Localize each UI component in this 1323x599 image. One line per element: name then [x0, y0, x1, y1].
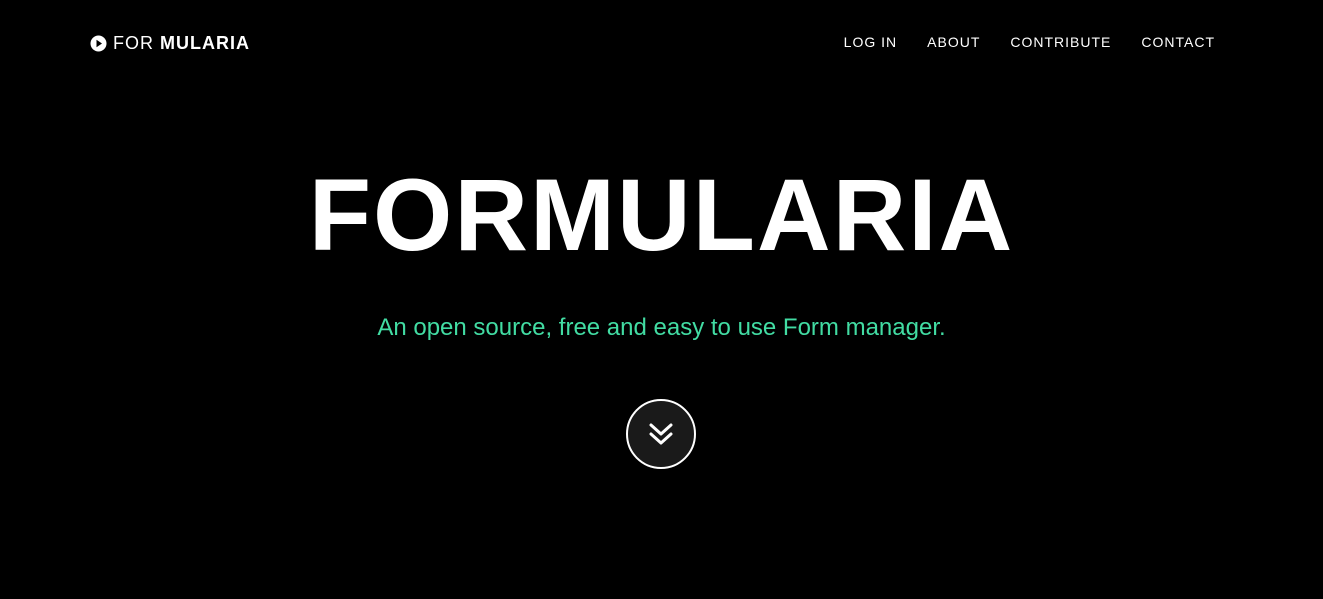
nav-link-about[interactable]: ABOUT	[927, 34, 980, 50]
scroll-down-button[interactable]	[626, 399, 696, 469]
navbar: FOR MULARIA LOG IN ABOUT CONTRIBUTE CONT…	[0, 0, 1323, 86]
play-circle-icon	[90, 35, 107, 52]
hero-title: FORMULARIA	[308, 158, 1015, 272]
brand-text-light: FOR	[113, 33, 154, 53]
nav-link-contribute[interactable]: CONTRIBUTE	[1010, 34, 1111, 50]
nav-link-log-in[interactable]: LOG IN	[844, 34, 897, 50]
hero-subtitle: An open source, free and easy to use For…	[377, 314, 946, 341]
page: FOR MULARIA LOG IN ABOUT CONTRIBUTE CONT…	[0, 0, 1323, 599]
nav-link-contact[interactable]: CONTACT	[1141, 34, 1215, 50]
brand-logo-link[interactable]: FOR MULARIA	[90, 33, 250, 54]
brand-text-bold: MULARIA	[160, 33, 250, 53]
double-chevron-down-icon	[648, 421, 674, 447]
nav-links: LOG IN ABOUT CONTRIBUTE CONTACT	[814, 34, 1215, 50]
